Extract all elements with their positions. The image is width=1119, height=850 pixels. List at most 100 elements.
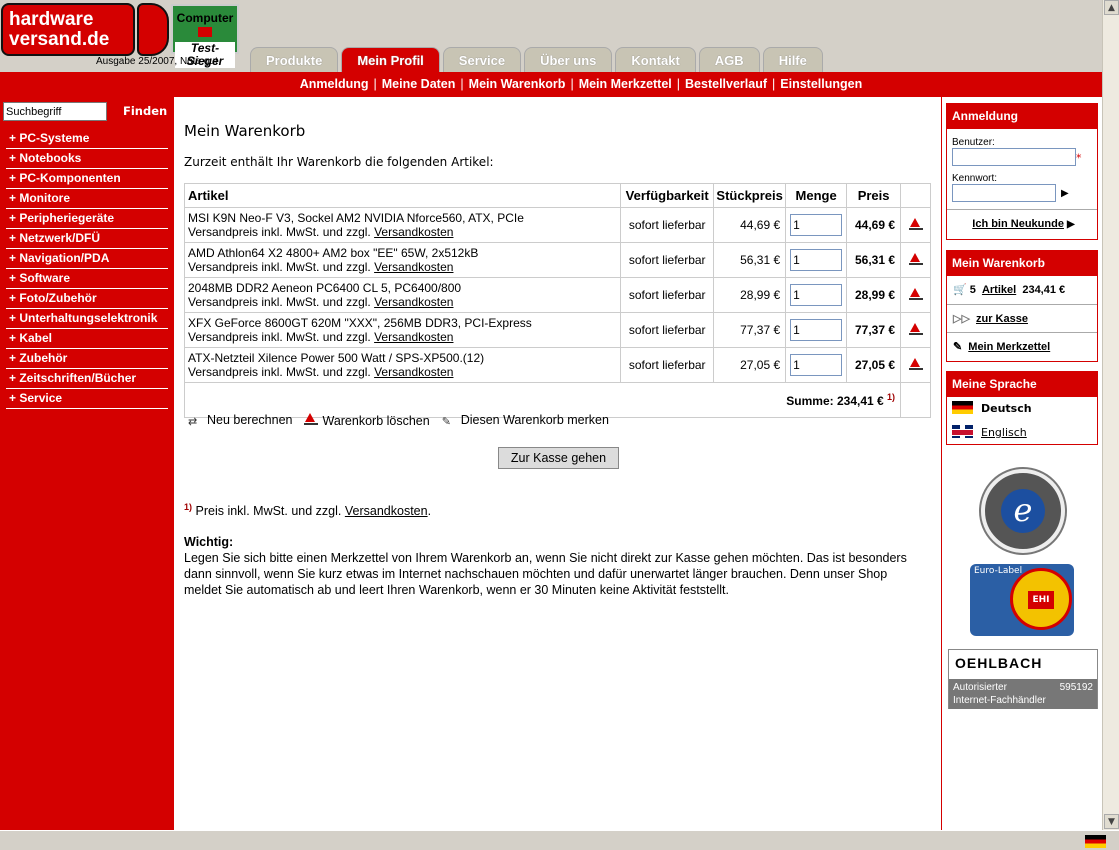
delete-cell — [900, 242, 931, 278]
trusted-shops-seal[interactable]: e — [981, 469, 1065, 553]
tab-3[interactable]: Über uns — [524, 47, 613, 72]
footnote-text: Preis inkl. MwSt. und zzgl. — [195, 504, 342, 519]
category-item-8[interactable]: + Foto/Zubehör — [6, 289, 168, 309]
lang-en-label: Englisch — [981, 426, 1027, 439]
cart-summary[interactable]: 🛒 5 Artikel 234,41 € — [947, 276, 1097, 304]
wishlist-link[interactable]: ✎ Mein Merkzettel — [947, 332, 1097, 360]
article-name[interactable]: AMD Athlon64 X2 4800+ AM2 box "EE" 65W, … — [188, 246, 617, 260]
category-item-12[interactable]: + Zeitschriften/Bücher — [6, 369, 168, 389]
line-total-cell: 27,05 € — [846, 347, 902, 383]
username-label: Benutzer: — [952, 137, 995, 148]
article-name[interactable]: MSI K9N Neo-F V3, Sockel AM2 NVIDIA Nfor… — [188, 211, 617, 225]
oehlbach-brand: OEHLBACH — [955, 655, 1043, 671]
tab-2[interactable]: Service — [442, 47, 522, 72]
delete-item-icon[interactable] — [908, 357, 923, 370]
quantity-input[interactable] — [790, 214, 843, 236]
ehi-text: EHI — [1028, 591, 1054, 609]
tab-1[interactable]: Mein Profil — [341, 47, 440, 72]
quantity-input[interactable] — [790, 249, 843, 271]
shipping-costs-link[interactable]: Versandkosten — [374, 295, 453, 309]
cart-articles-link[interactable]: Artikel — [982, 284, 1016, 296]
category-item-5[interactable]: + Netzwerk/DFÜ — [6, 229, 168, 249]
german-flag-icon — [952, 401, 973, 414]
category-item-4[interactable]: + Peripheriegeräte — [6, 209, 168, 229]
recalculate-button[interactable]: ⇄ Neu berechnen — [188, 413, 292, 428]
subnav-separator: | — [460, 77, 464, 91]
subnav-item-5[interactable]: Einstellungen — [780, 77, 862, 91]
article-name[interactable]: 2048MB DDR2 Aeneon PC6400 CL 5, PC6400/8… — [188, 281, 617, 295]
save-cart-button[interactable]: ✎ Diesen Warenkorb merken — [442, 413, 609, 428]
subnav-item-4[interactable]: Bestellverlauf — [685, 77, 767, 91]
scroll-down-icon[interactable]: ▼ — [1104, 814, 1119, 829]
category-item-7[interactable]: + Software — [6, 269, 168, 289]
subnav-separator: | — [772, 77, 776, 91]
cart-icon: 🛒 — [953, 284, 967, 296]
subnav-item-0[interactable]: Anmeldung — [300, 77, 369, 91]
category-item-6[interactable]: + Navigation/PDA — [6, 249, 168, 269]
quantity-cell — [785, 277, 848, 313]
shipping-note: Versandpreis inkl. MwSt. und zzgl. Versa… — [188, 225, 617, 239]
tab-5[interactable]: AGB — [698, 47, 760, 72]
category-item-1[interactable]: + Notebooks — [6, 149, 168, 169]
category-item-3[interactable]: + Monitore — [6, 189, 168, 209]
subnav-item-2[interactable]: Mein Warenkorb — [469, 77, 566, 91]
article-name[interactable]: XFX GeForce 8600GT 620M "XXX", 256MB DDR… — [188, 316, 617, 330]
subnav-item-1[interactable]: Meine Daten — [382, 77, 456, 91]
line-total-cell: 56,31 € — [846, 242, 902, 278]
intro-text: Zurzeit enthält Ihr Warenkorb die folgen… — [184, 155, 494, 169]
shipping-costs-link[interactable]: Versandkosten — [374, 225, 453, 239]
category-item-2[interactable]: + PC-Komponenten — [6, 169, 168, 189]
cart-row: MSI K9N Neo-F V3, Sockel AM2 NVIDIA Nfor… — [183, 207, 931, 243]
tab-4[interactable]: Kontakt — [615, 47, 696, 72]
new-customer-link[interactable]: Ich bin Neukunde ▶ — [947, 209, 1097, 237]
col-article: Artikel — [183, 183, 622, 208]
category-item-13[interactable]: + Service — [6, 389, 168, 409]
double-arrow-icon: ▷▷ — [953, 313, 970, 325]
cart-article-cell: AMD Athlon64 X2 4800+ AM2 box "EE" 65W, … — [183, 242, 622, 278]
oehlbach-badge[interactable]: OEHLBACH Autorisierter Internet-Fachhänd… — [948, 649, 1098, 709]
password-input[interactable] — [952, 184, 1056, 202]
quantity-input[interactable] — [790, 284, 843, 306]
subnav-item-3[interactable]: Mein Merkzettel — [579, 77, 672, 91]
logo[interactable]: hardware versand.de — [1, 3, 135, 56]
page: hardware versand.de Computer Test-Sieger… — [0, 0, 1102, 830]
checkout-button[interactable]: Zur Kasse gehen — [498, 447, 619, 469]
category-item-10[interactable]: + Kabel — [6, 329, 168, 349]
unit-price-cell: 56,31 € — [713, 242, 787, 278]
login-arrow-icon[interactable]: ▶ — [1061, 188, 1069, 199]
tab-0[interactable]: Produkte — [250, 47, 339, 72]
vertical-scrollbar[interactable]: ▲ ▼ — [1102, 0, 1119, 830]
tab-6[interactable]: Hilfe — [762, 47, 823, 72]
delete-item-icon[interactable] — [908, 217, 923, 230]
username-input[interactable] — [952, 148, 1076, 166]
quantity-input[interactable] — [790, 319, 843, 341]
search-input[interactable] — [3, 102, 107, 121]
category-item-0[interactable]: + PC-Systeme — [6, 129, 168, 149]
lang-de-item[interactable]: Deutsch — [947, 397, 1097, 421]
delete-item-icon[interactable] — [908, 252, 923, 265]
delete-cell — [900, 312, 931, 348]
lang-en-item[interactable]: Englisch — [947, 421, 1097, 445]
shipping-costs-link[interactable]: Versandkosten — [374, 330, 453, 344]
to-checkout-link[interactable]: ▷▷ zur Kasse — [947, 304, 1097, 332]
delete-cell — [900, 277, 931, 313]
scroll-up-icon[interactable]: ▲ — [1104, 0, 1119, 15]
availability-cell: sofort lieferbar — [620, 242, 715, 278]
logo-line-1: hardware — [9, 9, 94, 30]
delete-item-icon[interactable] — [908, 287, 923, 300]
category-item-11[interactable]: + Zubehör — [6, 349, 168, 369]
article-name[interactable]: ATX-Netzteil Xilence Power 500 Watt / SP… — [188, 351, 617, 365]
recalculate-icon: ⇄ — [188, 416, 198, 428]
cart-article-cell: MSI K9N Neo-F V3, Sockel AM2 NVIDIA Nfor… — [183, 207, 622, 243]
footnote-shipping-link[interactable]: Versandkosten — [345, 504, 428, 518]
shipping-costs-link[interactable]: Versandkosten — [374, 260, 453, 274]
category-item-9[interactable]: + Unterhaltungselektronik — [6, 309, 168, 329]
ehi-seal[interactable]: Euro-Label EHI — [970, 564, 1074, 636]
cart-row: XFX GeForce 8600GT 620M "XXX", 256MB DDR… — [183, 312, 931, 348]
quantity-input[interactable] — [790, 354, 843, 376]
delete-item-icon[interactable] — [908, 322, 923, 335]
search-button[interactable]: Finden — [123, 104, 167, 118]
shipping-costs-link[interactable]: Versandkosten — [374, 365, 453, 379]
trusted-shops-icon: e — [1001, 489, 1045, 533]
clear-cart-button[interactable]: Warenkorb löschen — [304, 413, 430, 428]
